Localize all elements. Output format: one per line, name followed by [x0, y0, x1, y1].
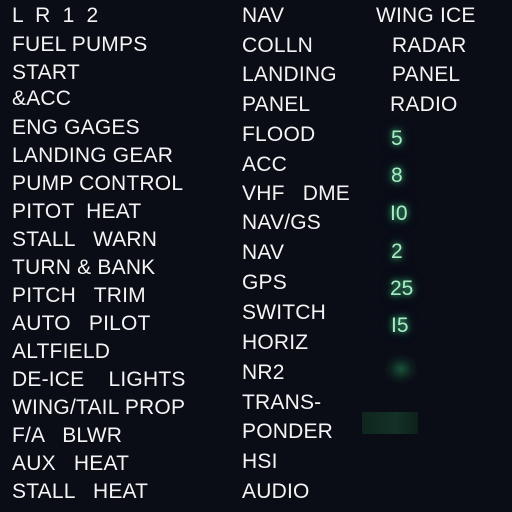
- label-flood: FLOOD: [242, 123, 316, 146]
- label-auto-pilot: AUTO PILOT: [12, 312, 151, 335]
- label-panel-right: PANEL: [392, 63, 461, 86]
- label-audio: AUDIO: [242, 480, 310, 503]
- label-acc: &ACC: [12, 87, 72, 110]
- label-gps: GPS: [242, 271, 287, 294]
- label-nav-gs: NAV/GS: [242, 211, 321, 234]
- label-hsi: HSI: [242, 450, 278, 473]
- label-colln: COLLN: [242, 34, 314, 57]
- label-vhf-dme: VHF DME: [242, 182, 350, 205]
- label-stall-warn: STALL WARN: [12, 228, 158, 251]
- label-horiz: HORIZ: [242, 331, 309, 354]
- label-acc-mid: ACC: [242, 153, 287, 176]
- label-wing-ice: WING ICE: [376, 4, 476, 27]
- label-stall-heat: STALL HEAT: [12, 480, 149, 503]
- label-deice-lights: DE-ICE LIGHTS: [12, 368, 186, 391]
- label-lr12: L R 1 2: [12, 4, 99, 27]
- label-switch: SWITCH: [242, 301, 327, 324]
- label-pump-control: PUMP CONTROL: [12, 172, 184, 195]
- label-eng-gages: ENG GAGES: [12, 116, 140, 139]
- label-panel: PANEL: [242, 93, 311, 116]
- rating-8: 8: [391, 164, 403, 187]
- label-nr2: NR2: [242, 361, 285, 384]
- label-trans: TRANS-: [242, 391, 322, 414]
- rating-5: 5: [391, 127, 403, 150]
- label-wing-tail-prop: WING/TAIL PROP: [12, 396, 186, 419]
- label-radar: RADAR: [392, 34, 467, 57]
- label-radio: RADIO: [390, 93, 458, 116]
- rating-2: 2: [391, 240, 403, 263]
- label-nav: NAV: [242, 241, 285, 264]
- label-landing-gear: LANDING GEAR: [12, 144, 174, 167]
- label-aux-heat: AUX HEAT: [12, 452, 130, 475]
- label-turn-bank: TURN & BANK: [12, 256, 156, 279]
- rating-15: I5: [391, 314, 409, 337]
- label-fuel-pumps: FUEL PUMPS: [12, 33, 148, 56]
- label-ponder: PONDER: [242, 420, 334, 443]
- label-nav-light: NAV: [242, 4, 285, 27]
- label-landing: LANDING: [242, 63, 337, 86]
- label-start: START: [12, 61, 80, 84]
- label-pitch-trim: PITCH TRIM: [12, 284, 146, 307]
- indicator-glow: [384, 354, 418, 384]
- label-pitot-heat: PITOT HEAT: [12, 200, 142, 223]
- label-fa-blwr: F/A BLWR: [12, 424, 123, 447]
- breaker-panel: L R 1 2 FUEL PUMPS START &ACC ENG GAGES …: [0, 0, 512, 512]
- label-altfield: ALTFIELD: [12, 340, 111, 363]
- rating-10: I0: [390, 202, 408, 225]
- rating-25: 25: [390, 277, 414, 300]
- indicator-strip: [362, 412, 418, 434]
